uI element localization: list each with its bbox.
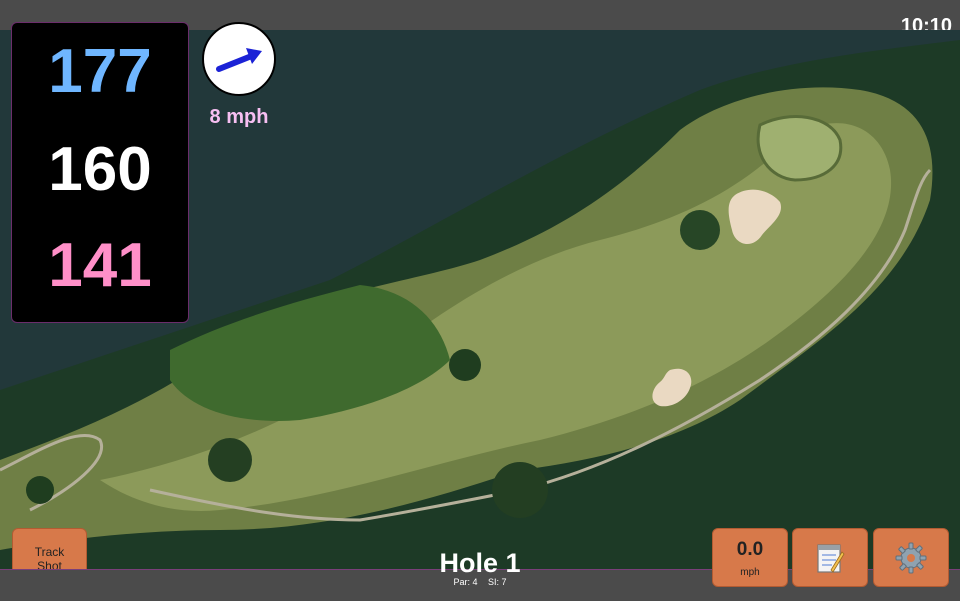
speed-value: 0.0	[736, 539, 764, 560]
speed-button[interactable]: 0.0 mph	[712, 528, 788, 587]
wind-direction-arrow-icon	[216, 48, 262, 72]
front-distance: 141	[48, 231, 152, 300]
settings-button[interactable]	[873, 528, 949, 587]
hole-title[interactable]: Hole 1	[380, 548, 580, 578]
hole-info: Par: 4 SI: 7	[380, 577, 580, 587]
speed-unit: mph	[740, 567, 760, 578]
notes-button[interactable]	[792, 528, 868, 587]
gear-icon	[895, 542, 927, 573]
back-distance: 177	[48, 37, 152, 106]
par-label: Par: 4	[453, 577, 478, 587]
stroke-index-label: SI: 7	[488, 577, 507, 587]
notepad-icon	[817, 543, 845, 573]
wind-speed-label: 8 mph	[209, 106, 269, 128]
distance-panel: 177 160 141	[11, 22, 189, 323]
middle-distance: 160	[48, 135, 152, 204]
track-shot-label-line1: Track	[34, 545, 65, 559]
wind-indicator[interactable]	[202, 22, 276, 96]
